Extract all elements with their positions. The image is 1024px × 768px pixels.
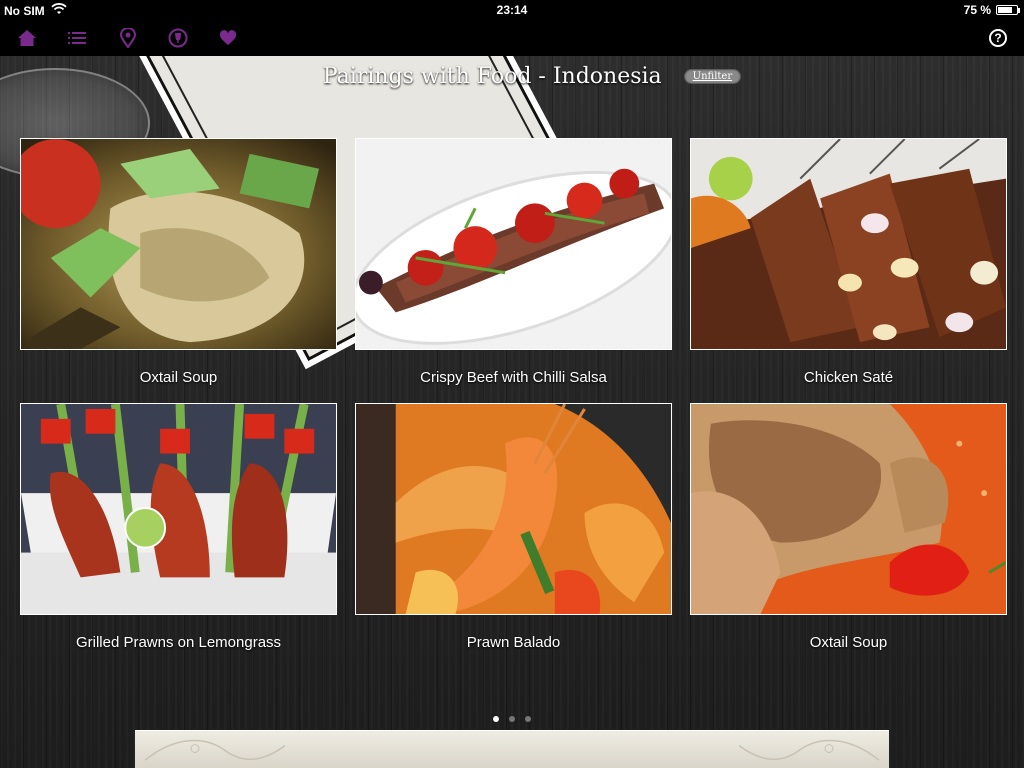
battery-level <box>998 7 1012 13</box>
help-button[interactable]: ? <box>989 29 1007 47</box>
heart-icon[interactable] <box>218 28 238 48</box>
dish-name: Grilled Prawns on Lemongrass <box>75 634 282 651</box>
dish-tile-grilled-prawns[interactable]: Grilled Prawns on Lemongrass <box>20 403 337 651</box>
page-indicator[interactable] <box>0 716 1024 722</box>
page-header: Pairings with Food - Indonesia Unfilter <box>0 64 1024 89</box>
dish-photo <box>355 403 672 615</box>
dish-name: Chicken Saté <box>803 369 894 386</box>
home-icon[interactable] <box>17 28 37 48</box>
dish-photo <box>20 403 337 615</box>
battery-percent: 75 % <box>963 3 991 17</box>
clock: 23:14 <box>496 3 528 17</box>
page-dot-2[interactable] <box>509 716 515 722</box>
page-dot-3[interactable] <box>525 716 531 722</box>
dish-tile-prawn-balado[interactable]: Prawn Balado <box>355 403 672 651</box>
dish-name: Oxtail Soup <box>809 634 888 651</box>
dish-tile-chicken-sate[interactable]: Chicken Saté <box>690 138 1007 386</box>
location-pin-icon[interactable] <box>118 28 138 48</box>
dish-tile-oxtail-soup[interactable]: Oxtail Soup <box>20 138 337 386</box>
dish-photo <box>20 138 337 350</box>
page-title: Pairings with Food - Indonesia <box>322 64 662 89</box>
battery-icon <box>996 5 1020 15</box>
content-area: Pairings with Food - Indonesia Unfilter … <box>0 56 1024 768</box>
dish-photo <box>690 138 1007 350</box>
dish-name: Prawn Balado <box>466 634 561 651</box>
dish-tile-crispy-beef[interactable]: Crispy Beef with Chilli Salsa <box>355 138 672 386</box>
dish-tile-oxtail-soup-2[interactable]: Oxtail Soup <box>690 403 1007 651</box>
unfilter-button[interactable]: Unfilter <box>683 69 742 84</box>
dish-name: Crispy Beef with Chilli Salsa <box>420 369 607 386</box>
status-right: 75 % <box>963 3 1020 17</box>
footer-ornament-panel <box>135 730 889 768</box>
wine-glass-icon[interactable] <box>168 28 188 48</box>
toolbar: ? <box>0 20 1024 56</box>
dish-name: Oxtail Soup <box>139 369 218 386</box>
page-dot-1[interactable] <box>493 716 499 722</box>
dish-photo <box>355 138 672 350</box>
list-icon[interactable] <box>67 28 87 48</box>
status-bar: No SIM 23:14 75 % <box>0 0 1024 20</box>
dish-photo <box>690 403 1007 615</box>
